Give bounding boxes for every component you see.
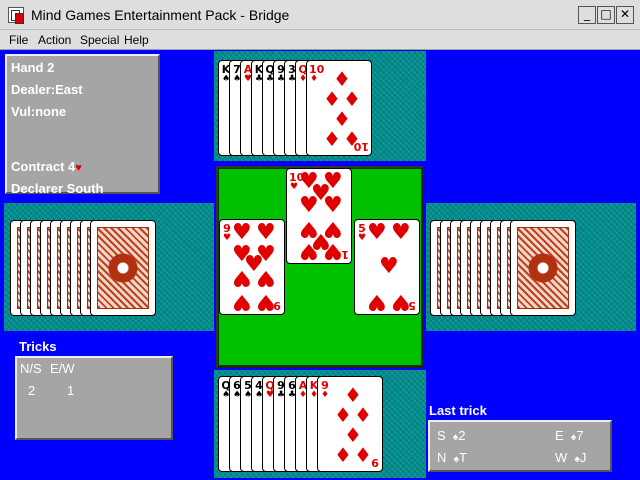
card-rank: 2 [458, 428, 466, 443]
dealer-label: Dealer:East [11, 82, 83, 97]
heart-icon: ♥ [391, 220, 411, 245]
last-trick-west: W ♠J [555, 450, 586, 465]
seat-label: N [437, 450, 447, 465]
trick-card-east: 5 ♥ ♥ ♥ ♥ ♥ ♥ 5 [354, 219, 420, 315]
suit-icon: ♦ [320, 390, 330, 400]
heart-icon: ♥ [222, 233, 232, 243]
heart-icon: ♥ [289, 182, 299, 192]
trick-card-west: 9 ♥ ♥ ♥ ♥ ♥ ♥ ♥ ♥ ♥ ♥ 9 [219, 219, 285, 315]
card-corner: 10 [353, 140, 369, 153]
heart-icon: ♥ [299, 193, 319, 218]
heart-icon: ♥ [299, 238, 319, 263]
suit-icon: ♦ [309, 74, 319, 84]
diamond-icon: ♦ [354, 403, 372, 427]
heart-icon: ♥ [357, 233, 367, 243]
menu-bar: File Action Special Help [0, 30, 640, 50]
menu-file[interactable]: File [9, 33, 28, 47]
playing-card[interactable]: 9 ♦ ♦ ♦ ♦ ♦ ♦ ♦ 9 [317, 376, 383, 472]
seat-label: E [555, 428, 564, 443]
trick-card-north: 10 ♥ ♥ ♥ ♥ ♥ ♥ ♥ ♥ ♥ ♥ ♥ 10 [286, 168, 352, 264]
heart-icon: ♥ [367, 289, 387, 314]
ew-tricks-count: 1 [67, 383, 75, 398]
vulnerability-label: Vul:none [11, 104, 67, 119]
card-back [510, 220, 576, 316]
card-back-pattern [97, 227, 149, 309]
card-rank: J [579, 450, 587, 465]
heart-icon: ♥ [75, 162, 82, 174]
diamond-icon: ♦ [334, 443, 352, 467]
heart-icon: ♥ [323, 193, 343, 218]
card-corner: 10 [333, 248, 349, 261]
last-trick-north: N ♠T [437, 450, 467, 465]
tricks-panel: N/S E/W 2 1 [15, 356, 173, 440]
heart-icon: ♥ [379, 254, 399, 279]
cards-app-icon[interactable] [8, 7, 24, 24]
heart-icon: ♥ [367, 220, 387, 245]
last-trick-panel: S ♠2 E ♠7 N ♠T W ♠J [428, 420, 612, 472]
heart-icon: ♥ [232, 265, 252, 290]
diamond-icon: ♦ [344, 423, 362, 447]
ns-label: N/S [20, 361, 42, 376]
heart-icon: ♥ [232, 220, 252, 245]
ew-label: E/W [50, 361, 75, 376]
window-title: Mind Games Entertainment Pack - Bridge [31, 7, 290, 23]
ns-tricks-count: 2 [28, 383, 36, 398]
card-back [90, 220, 156, 316]
heart-icon: ♥ [256, 265, 276, 290]
heart-icon: ♥ [256, 220, 276, 245]
card-corner: 9 ♦ [320, 380, 330, 400]
card-corner: 10 ♥ [289, 172, 304, 192]
last-trick-heading: Last trick [429, 403, 487, 418]
title-bar: Mind Games Entertainment Pack - Bridge _… [0, 0, 640, 30]
hand-info-panel: Hand 2 Dealer:East Vul:none Contract 4♥ … [5, 54, 160, 196]
card-corner: 5 [408, 299, 416, 312]
close-button[interactable]: ✕ [616, 6, 634, 24]
diamond-icon: ♦ [334, 403, 352, 427]
last-trick-east: E ♠7 [555, 428, 583, 443]
contract-text: Contract 4 [11, 159, 76, 174]
diamond-icon: ♦ [323, 87, 341, 111]
hand-number: Hand 2 [11, 60, 55, 75]
tricks-heading: Tricks [19, 339, 57, 354]
minimize-button[interactable]: _ [578, 6, 596, 24]
seat-label: S [437, 428, 446, 443]
card-rank: 7 [576, 428, 584, 443]
card-rank: T [458, 450, 467, 465]
menu-help[interactable]: Help [124, 33, 149, 47]
diamond-icon: ♦ [344, 383, 362, 407]
menu-special[interactable]: Special [80, 33, 119, 47]
diamond-icon: ♦ [323, 127, 341, 151]
diamond-icon: ♦ [333, 67, 351, 91]
card-corner: 9 [371, 456, 379, 469]
card-corner: 5 ♥ [357, 223, 367, 243]
diamond-icon: ♦ [333, 107, 351, 131]
card-corner: 9 [273, 299, 281, 312]
declarer-label: Declarer South [11, 181, 104, 196]
last-trick-south: S ♠2 [437, 428, 465, 443]
card-back-pattern [517, 227, 569, 309]
card-corner: 10 ♦ [309, 64, 324, 84]
card-corner: 9 ♥ [222, 223, 232, 243]
diamond-icon: ♦ [343, 87, 361, 111]
heart-icon: ♥ [232, 289, 252, 314]
playing-card: 10 ♦ ♦ ♦ ♦ ♦ ♦ ♦ 10 [306, 60, 372, 156]
contract-label: Contract 4♥ [11, 159, 82, 174]
menu-action[interactable]: Action [38, 33, 71, 47]
seat-label: W [555, 450, 568, 465]
maximize-button[interactable]: □ [597, 6, 615, 24]
